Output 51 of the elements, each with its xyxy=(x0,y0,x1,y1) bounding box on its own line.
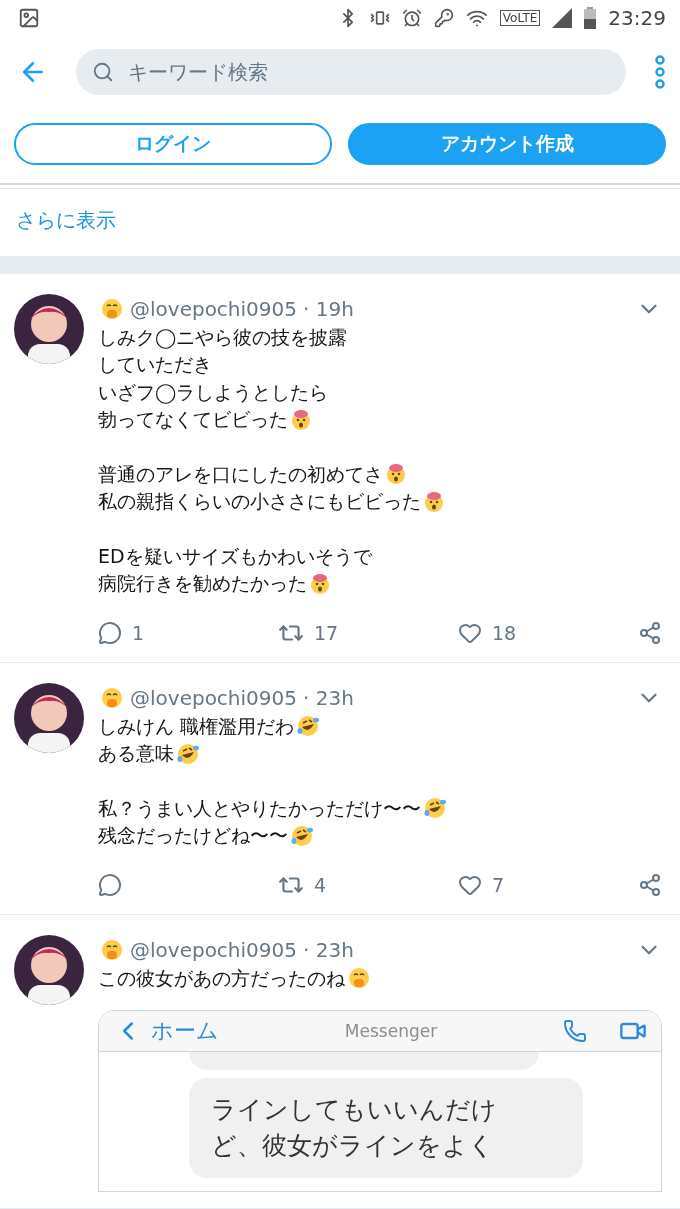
signal-icon xyxy=(552,8,573,29)
like-count: 7 xyxy=(492,873,505,896)
network-label: VoLTE xyxy=(499,10,541,27)
tweet-text: 普通のアレを口にしたの初めてさ xyxy=(98,461,383,487)
tweet-text: していただき xyxy=(98,352,212,377)
reply-icon[interactable] xyxy=(98,620,122,645)
search-input[interactable]: キーワード検索 xyxy=(126,59,610,85)
tweet-time: · 23h xyxy=(303,685,354,710)
share-icon[interactable] xyxy=(638,872,662,897)
tweet-time: · 19h xyxy=(303,296,354,321)
share-icon[interactable] xyxy=(638,620,662,645)
tweet-handle[interactable]: @lovepochi0905 xyxy=(130,937,297,962)
key-icon xyxy=(433,8,454,29)
tweet-text: この彼女があの方だったのね xyxy=(98,965,345,991)
retweet-count: 17 xyxy=(314,621,339,644)
tweet-text: しみけん 職権濫用だわ xyxy=(98,713,295,739)
phone-icon xyxy=(563,1019,587,1043)
more-options-icon[interactable] xyxy=(654,55,666,89)
tweet-text: EDを疑いサイズもかわいそうで xyxy=(98,543,372,569)
face-with-hand-icon xyxy=(100,937,124,962)
app-title: Messenger xyxy=(343,1021,439,1041)
tweet-handle[interactable]: @lovepochi0905 xyxy=(130,296,297,321)
clock-time: 23:29 xyxy=(608,6,666,31)
tweet-text: いざフ◯ラしようとしたら xyxy=(98,379,329,406)
search-icon xyxy=(92,61,114,83)
tweet-text: 残念だったけどね〜〜 xyxy=(98,823,288,848)
screenshot-card[interactable]: ホーム Messenger ラインしてもいいんだけ ど、彼女がラインをよく xyxy=(98,1010,662,1192)
message-text: ど、彼女がラインをよく xyxy=(211,1130,495,1162)
login-button[interactable]: ログイン xyxy=(14,123,332,166)
tweet-text: しみク◯ニやら彼の技を披露 xyxy=(98,324,348,351)
tweet-time: · 23h xyxy=(303,937,354,962)
image-icon xyxy=(18,7,40,30)
battery-icon xyxy=(584,7,597,30)
reply-count: 1 xyxy=(132,621,145,644)
like-count: 18 xyxy=(492,621,517,644)
tweet-text: 私？うまい人とやりたかっただけ〜〜 xyxy=(98,795,421,821)
tweet-text: 勃ってなくてビビった xyxy=(98,407,288,432)
search-field[interactable]: キーワード検索 xyxy=(76,49,626,95)
tweet-handle[interactable]: @lovepochi0905 xyxy=(130,685,297,710)
alarm-icon xyxy=(401,8,422,29)
retweet-count: 4 xyxy=(314,873,327,896)
face-with-hand-icon xyxy=(100,296,124,321)
message-text: ラインしてもいいんだけ xyxy=(211,1094,498,1126)
signup-button[interactable]: アカウント作成 xyxy=(348,123,666,166)
tweet-text: ある意味 xyxy=(98,741,174,766)
reply-icon[interactable] xyxy=(98,872,122,897)
tweet-text: 病院行きを勧めたかった xyxy=(98,571,307,596)
tweet-text: 私の親指くらいの小ささにもビビった xyxy=(98,489,421,514)
show-more-link[interactable]: さらに表示 xyxy=(0,189,680,256)
back-label: ホーム xyxy=(151,1017,219,1045)
face-with-hand-icon xyxy=(100,685,124,710)
